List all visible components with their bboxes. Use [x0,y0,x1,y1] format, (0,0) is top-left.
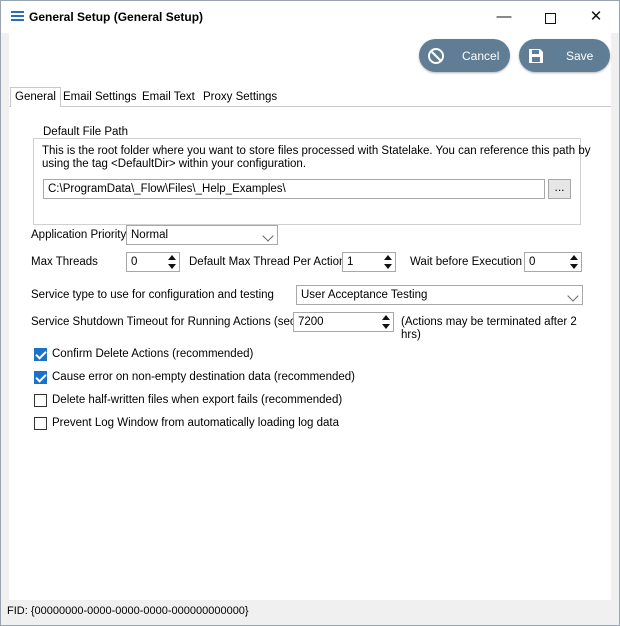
default-max-thread-stepper[interactable]: 1 [342,252,396,272]
tab-proxy-settings[interactable]: Proxy Settings [199,89,281,106]
max-threads-stepper[interactable]: 0 [126,252,180,272]
service-type-label: Service type to use for configuration an… [31,289,274,301]
delete-half-written-label: Delete half-written files when export fa… [52,394,343,406]
spinner-arrows-icon[interactable] [167,254,177,270]
general-setup-window: General Setup (General Setup) — ✕ Cancel… [0,0,620,626]
shutdown-timeout-value: 7200 [298,316,324,328]
cause-error-checkbox[interactable] [34,371,47,384]
save-label: Save [566,49,594,63]
cancel-label: Cancel [462,49,500,63]
prevent-log-window-label: Prevent Log Window from automatically lo… [52,417,340,429]
cause-error-label: Cause error on non-empty destination dat… [52,371,355,383]
status-fid: FID: {00000000-0000-0000-0000-0000000000… [7,605,249,617]
browse-button[interactable]: ... [548,179,571,199]
shutdown-timeout-stepper[interactable]: 7200 [293,312,394,332]
default-path-description-2: using the tag <DefaultDir> within your c… [42,158,307,170]
cancel-button[interactable]: Cancel [419,39,510,72]
maximize-button[interactable] [527,1,573,33]
default-max-thread-value: 1 [347,256,354,268]
chevron-down-icon [567,290,579,302]
app-priority-value: Normal [131,229,169,241]
max-threads-label: Max Threads [31,256,98,268]
delete-half-written-checkbox[interactable] [34,394,47,407]
chevron-down-icon [262,230,274,242]
title-bar: General Setup (General Setup) — ✕ [1,1,619,33]
confirm-delete-checkbox[interactable] [34,348,47,361]
tab-email-text[interactable]: Email Text [138,89,199,106]
save-icon [529,49,543,63]
wait-before-execution-stepper[interactable]: 0 [524,252,582,272]
service-type-select[interactable]: User Acceptance Testing [296,285,583,305]
shutdown-note-line-2: hrs) [401,329,421,341]
default-path-input[interactable]: C:\ProgramData\_Flow\Files\_Help_Example… [43,179,545,199]
spinner-arrows-icon[interactable] [381,314,391,330]
menu-lines-icon [11,11,24,22]
cancel-icon [428,48,444,64]
tab-email-settings[interactable]: Email Settings [59,89,141,106]
service-type-value: User Acceptance Testing [301,289,428,301]
wait-before-execution-label: Wait before Execution [410,256,523,268]
app-priority-label: Application Priority [31,229,127,241]
confirm-delete-label: Confirm Delete Actions (recommended) [52,348,254,360]
default-max-thread-label: Default Max Thread Per Action [189,256,346,268]
spinner-arrows-icon[interactable] [383,254,393,270]
close-window-button[interactable]: ✕ [573,1,619,33]
maximize-icon [544,12,556,24]
shutdown-note-line-1: (Actions may be terminated after 2 [401,316,577,328]
tab-general[interactable]: General [10,87,61,107]
general-panel: Default File Path This is the root folde… [9,107,611,600]
wait-before-execution-value: 0 [529,256,536,268]
tab-strip: General Email Settings Email Text Proxy … [9,87,611,107]
window-title: General Setup (General Setup) [29,10,204,24]
save-button[interactable]: Save [519,39,610,72]
app-priority-select[interactable]: Normal [126,225,278,245]
default-file-path-title: Default File Path [41,126,131,138]
minimize-button[interactable]: — [481,1,527,33]
spinner-arrows-icon[interactable] [569,254,579,270]
max-threads-value: 0 [131,256,138,268]
content-area: Cancel Save General Email Settings Email… [9,33,611,600]
shutdown-timeout-label: Service Shutdown Timeout for Running Act… [31,316,306,328]
prevent-log-window-checkbox[interactable] [34,417,47,430]
default-path-description-1: This is the root folder where you want t… [42,145,591,157]
